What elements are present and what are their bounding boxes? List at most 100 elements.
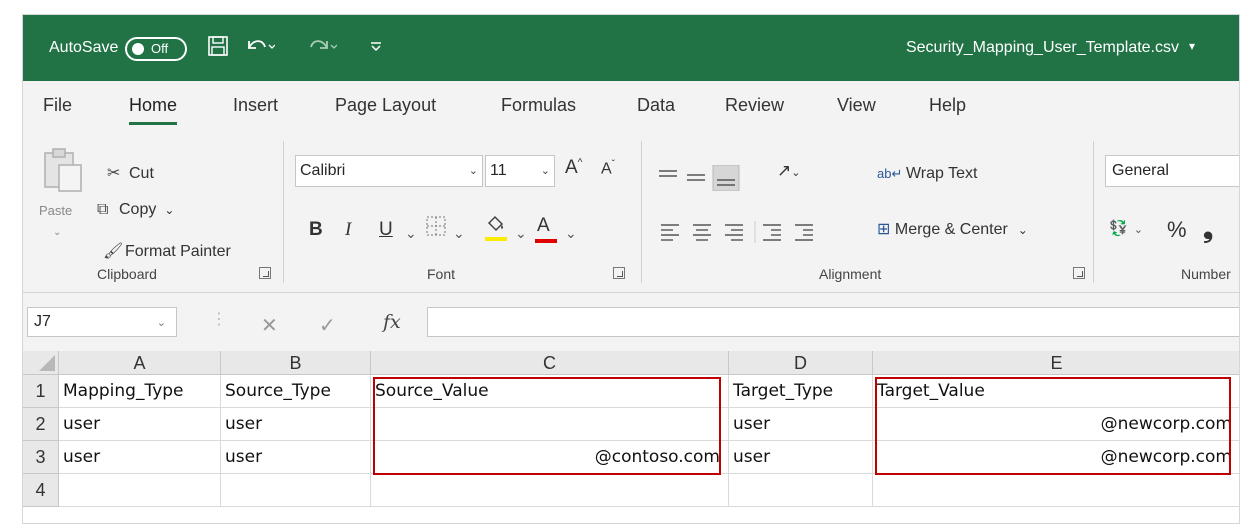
percent-button[interactable]: %	[1167, 217, 1187, 243]
save-icon[interactable]	[207, 35, 229, 63]
paintbrush-icon: 🖌	[103, 243, 124, 260]
format-painter-label: Format Painter	[125, 243, 231, 260]
fill-color-dropdown-icon[interactable]: ⌄	[515, 225, 527, 242]
cell-b4[interactable]	[221, 474, 371, 507]
column-header-d[interactable]: D	[729, 351, 873, 375]
cell-e1[interactable]: Target_Value	[873, 375, 1239, 408]
file-name[interactable]: Security_Mapping_User_Template.csv	[906, 39, 1179, 57]
font-family-select[interactable]: Calibri ⌄	[295, 155, 483, 187]
text-orientation-icon: ↗	[777, 161, 792, 180]
copy-button[interactable]: ⧉ Copy ⌄	[97, 201, 174, 219]
alignment-dialog-launcher-icon[interactable]	[1073, 267, 1085, 279]
paste-dropdown-icon[interactable]: ⌄	[53, 227, 61, 238]
cell-b3[interactable]: user	[221, 441, 371, 474]
borders-button[interactable]	[425, 215, 447, 243]
font-group-label: Font	[427, 266, 456, 282]
autosave-toggle[interactable]: Off	[125, 37, 187, 61]
merge-center-button[interactable]: ⊞ Merge & Center ⌄	[877, 219, 1028, 239]
grow-font-icon: A	[565, 157, 578, 178]
cell-d1[interactable]: Target_Type	[729, 375, 873, 408]
font-color-button[interactable]: A	[537, 215, 550, 237]
bold-button[interactable]: B	[309, 219, 323, 241]
merge-center-label: Merge & Center	[894, 221, 1008, 238]
tab-page-layout[interactable]: Page Layout	[335, 95, 436, 116]
column-header-e[interactable]: E	[873, 351, 1239, 375]
title-bar: AutoSave Off Security_Mapping_User_Templ…	[23, 15, 1239, 81]
cell-c3[interactable]: @contoso.com	[371, 441, 729, 474]
cell-a4[interactable]	[59, 474, 221, 507]
tab-data[interactable]: Data	[637, 95, 675, 116]
underline-dropdown-icon[interactable]: ⌄	[405, 225, 417, 242]
cell-a3[interactable]: user	[59, 441, 221, 474]
font-dialog-launcher-icon[interactable]	[613, 267, 625, 279]
cell-e2[interactable]: @newcorp.com	[873, 408, 1239, 441]
cell-c1[interactable]: Source_Value	[371, 375, 729, 408]
cell-b1[interactable]: Source_Type	[221, 375, 371, 408]
copy-icon: ⧉	[97, 201, 109, 218]
borders-dropdown-icon[interactable]: ⌄	[453, 225, 465, 242]
cell-d3[interactable]: user	[729, 441, 873, 474]
cell-e3[interactable]: @newcorp.com	[873, 441, 1239, 474]
spreadsheet-grid: A B C D E 1 Mapping_Type Source_Type Sou…	[23, 351, 1239, 523]
chevron-down-icon: ⌄	[468, 165, 478, 177]
column-header-c[interactable]: C	[371, 351, 729, 375]
merge-icon: ⊞	[877, 221, 895, 238]
column-header-a[interactable]: A	[59, 351, 221, 375]
number-format-select[interactable]: General	[1105, 155, 1239, 187]
tab-home[interactable]: Home	[129, 95, 178, 125]
comma-style-button[interactable]: ❟	[1203, 213, 1213, 245]
tab-file[interactable]: File	[43, 95, 72, 116]
row-header-2[interactable]: 2	[23, 408, 59, 441]
orientation-button[interactable]: ↗⌄	[777, 161, 800, 181]
copy-dropdown-icon[interactable]: ⌄	[164, 203, 174, 217]
italic-button[interactable]: I	[345, 219, 351, 241]
clipboard-group-label: Clipboard	[97, 266, 157, 282]
font-color-dropdown-icon[interactable]: ⌄	[565, 225, 577, 242]
row-header-1[interactable]: 1	[23, 375, 59, 408]
cell-e4[interactable]	[873, 474, 1239, 507]
accounting-format-button[interactable]: 💱 ⌄	[1109, 219, 1143, 237]
row-header-3[interactable]: 3	[23, 441, 59, 474]
shrink-font-button[interactable]: Aˇ	[601, 159, 615, 178]
wrap-text-button[interactable]: ab↵ Wrap Text	[877, 165, 977, 183]
name-box-value: J7	[34, 313, 51, 330]
merge-dropdown-icon: ⌄	[1017, 223, 1028, 237]
tab-formulas[interactable]: Formulas	[501, 95, 576, 116]
horizontal-alignment-buttons[interactable]	[659, 221, 859, 243]
formula-input[interactable]	[427, 307, 1239, 337]
font-size-select[interactable]: 11 ⌄	[485, 155, 555, 187]
tab-help[interactable]: Help	[929, 95, 966, 116]
cell-a2[interactable]: user	[59, 408, 221, 441]
fill-color-button[interactable]	[485, 215, 507, 239]
tab-insert[interactable]: Insert	[233, 95, 278, 116]
cell-d4[interactable]	[729, 474, 873, 507]
row-header-4[interactable]: 4	[23, 474, 59, 507]
select-all-button[interactable]	[23, 351, 59, 375]
paste-icon[interactable]	[41, 147, 85, 195]
cell-d2[interactable]: user	[729, 408, 873, 441]
cell-a1[interactable]: Mapping_Type	[59, 375, 221, 408]
cut-button[interactable]: ✂ Cut	[107, 163, 154, 183]
format-painter-button[interactable]: 🖌 Format Painter	[103, 241, 231, 261]
vertical-alignment-buttons[interactable]	[657, 165, 767, 191]
cell-c4[interactable]	[371, 474, 729, 507]
cell-c2[interactable]	[371, 408, 729, 441]
confirm-entry-icon[interactable]: ✓	[319, 313, 336, 338]
tab-review[interactable]: Review	[725, 95, 784, 116]
tab-view[interactable]: View	[837, 95, 876, 116]
paste-button[interactable]: Paste	[39, 203, 72, 218]
font-family-value: Calibri	[300, 162, 346, 179]
column-header-b[interactable]: B	[221, 351, 371, 375]
grow-font-button[interactable]: A^	[565, 157, 582, 179]
insert-function-button[interactable]: fx	[383, 311, 401, 333]
customize-quick-access-icon[interactable]	[369, 35, 383, 63]
clipboard-dialog-launcher-icon[interactable]	[259, 267, 271, 279]
cell-b2[interactable]: user	[221, 408, 371, 441]
underline-button[interactable]: U	[379, 219, 393, 241]
redo-icon[interactable]	[307, 35, 338, 63]
cancel-entry-icon[interactable]: ✕	[261, 313, 278, 338]
filename-dropdown-icon[interactable]: ▾	[1189, 39, 1195, 53]
name-box[interactable]: J7 ⌄	[27, 307, 177, 337]
group-divider	[1093, 141, 1094, 283]
undo-icon[interactable]	[245, 35, 276, 63]
